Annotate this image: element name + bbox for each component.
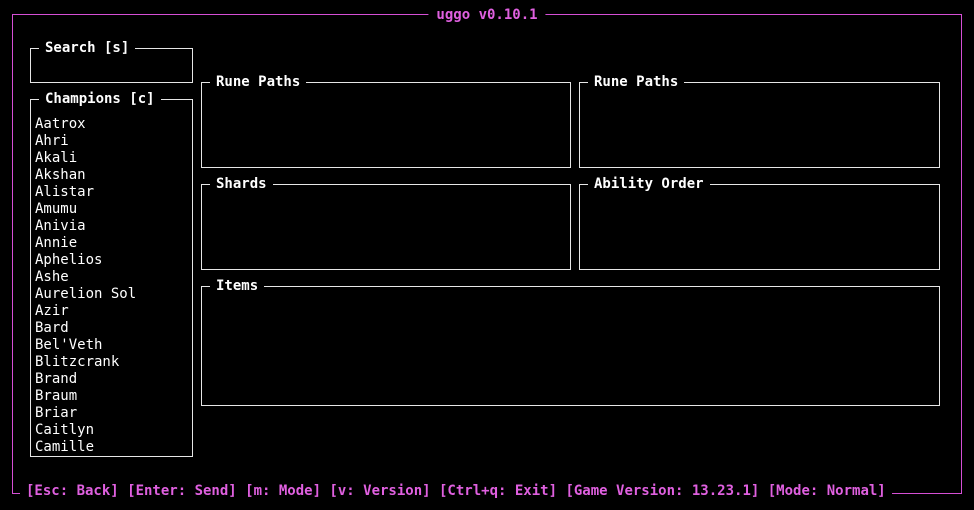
ability-order-title: Ability Order	[588, 175, 710, 193]
shards-title: Shards	[210, 175, 273, 193]
app-title: uggo v0.10.1	[428, 6, 546, 24]
champions-list[interactable]: Aatrox Ahri Akali Akshan Alistar Amumu Anivia A…	[35, 116, 188, 456]
search-box-title: Search [s]	[39, 39, 136, 57]
keybindings-footer: [Esc: Back] [Enter: Send] [m: Mode] [v: …	[20, 482, 892, 500]
search-box[interactable]: Search [s]	[30, 39, 193, 83]
champion-list-item[interactable]: Blitzcrank	[35, 354, 188, 371]
champion-list-item[interactable]: Ahri	[35, 133, 188, 150]
champion-list-item[interactable]: Akali	[35, 150, 188, 167]
champion-list-item[interactable]: Briar	[35, 405, 188, 422]
champion-list-item[interactable]: Aphelios	[35, 252, 188, 269]
champion-list-item[interactable]: Azir	[35, 303, 188, 320]
items-title: Items	[210, 277, 265, 295]
champion-list-item[interactable]: Ashe	[35, 269, 188, 286]
champion-list-item[interactable]: Aurelion Sol	[35, 286, 188, 303]
champion-list-item[interactable]: Akshan	[35, 167, 188, 184]
shards-panel: Shards	[201, 175, 571, 270]
champion-list-item[interactable]: Annie	[35, 235, 188, 252]
items-panel: Items	[201, 277, 940, 406]
champion-list-item[interactable]: Anivia	[35, 218, 188, 235]
champion-list-item[interactable]: Braum	[35, 388, 188, 405]
champion-list-item[interactable]: Camille	[35, 439, 188, 456]
champion-list-item[interactable]: Caitlyn	[35, 422, 188, 439]
rune-paths-primary-title: Rune Paths	[210, 73, 307, 91]
rune-paths-secondary-title: Rune Paths	[588, 73, 685, 91]
ability-order-panel: Ability Order	[579, 175, 940, 270]
champion-list-item[interactable]: Bel'Veth	[35, 337, 188, 354]
champions-panel-title: Champions [c]	[39, 90, 161, 108]
champion-list-item[interactable]: Brand	[35, 371, 188, 388]
champion-list-item[interactable]: Amumu	[35, 201, 188, 218]
rune-paths-primary-panel: Rune Paths	[201, 73, 571, 168]
rune-paths-secondary-panel: Rune Paths	[579, 73, 940, 168]
champion-list-item[interactable]: Alistar	[35, 184, 188, 201]
champion-list-item[interactable]: Aatrox	[35, 116, 188, 133]
champions-panel: Champions [c] Aatrox Ahri Akali Akshan Alist…	[30, 90, 193, 457]
champion-list-item[interactable]: Bard	[35, 320, 188, 337]
search-input[interactable]	[37, 63, 186, 80]
